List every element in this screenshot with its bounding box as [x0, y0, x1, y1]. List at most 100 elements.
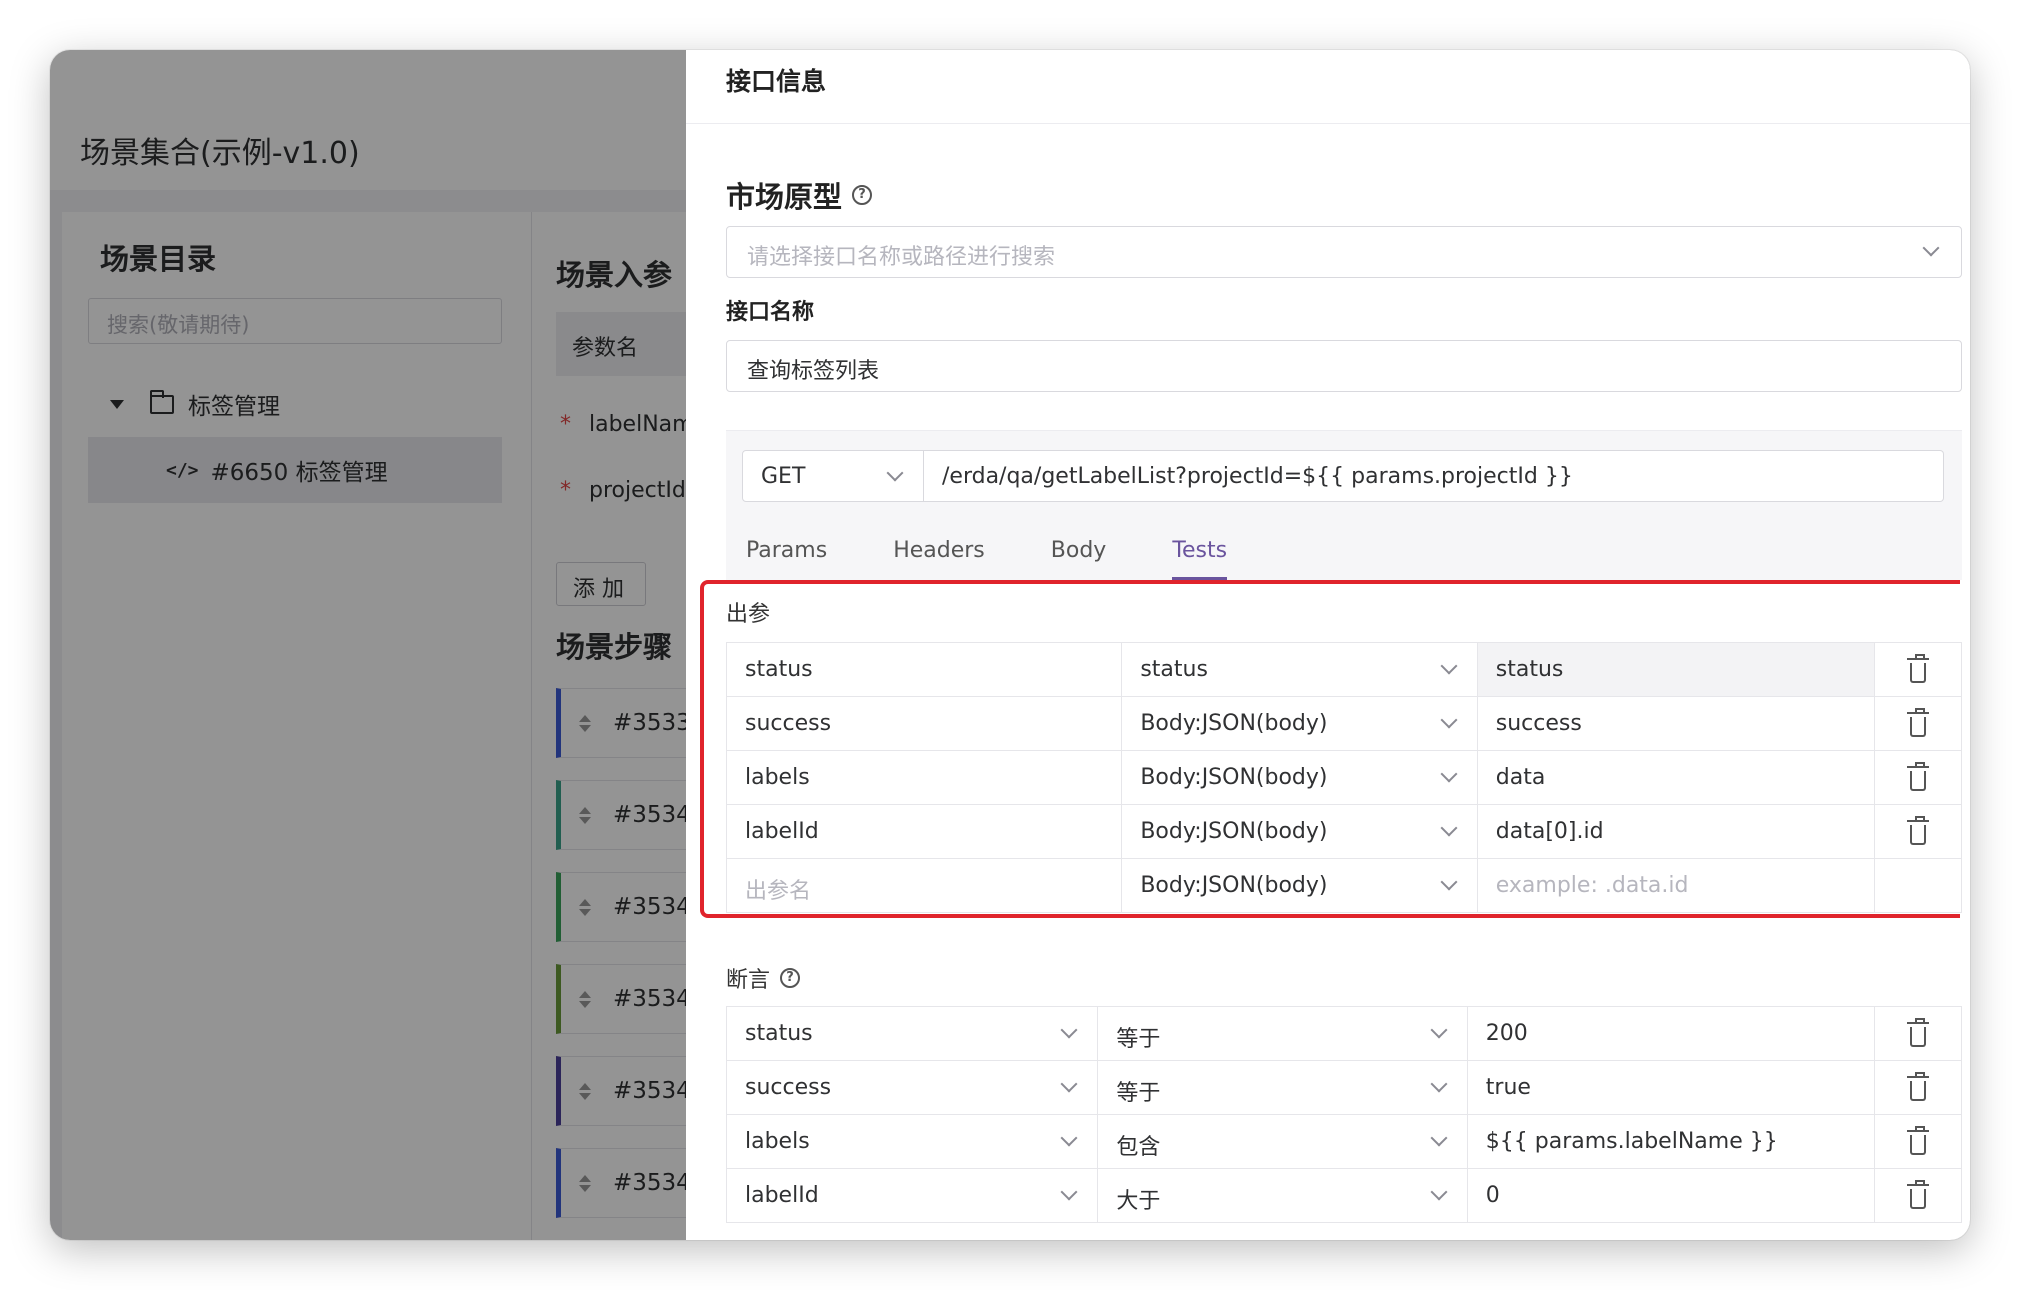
assert-field-value: labelId — [745, 1183, 819, 1208]
chevron-down-icon — [1060, 1075, 1078, 1093]
url-input[interactable]: /erda/qa/getLabelList?projectId=${{ para… — [924, 450, 1944, 502]
asserts-label: 断言 ? — [726, 962, 801, 994]
new-output-source-select[interactable]: Body:JSON(body) — [1122, 859, 1478, 912]
delete-row-button[interactable] — [1875, 1169, 1961, 1222]
delete-row-button[interactable] — [1875, 1007, 1961, 1060]
delete-row-button[interactable] — [1875, 805, 1961, 858]
trash-icon[interactable] — [1907, 653, 1930, 683]
output-name-input[interactable]: labelId — [727, 805, 1123, 858]
api-info-drawer: 接口信息 市场原型 ? 请选择接口名称或路径进行搜索 接口名称 查询标签列表 G… — [686, 50, 1970, 1240]
trash-icon[interactable] — [1907, 1125, 1930, 1155]
assert-op-value: 等于 — [1116, 1027, 1161, 1052]
new-output-name-input[interactable]: 出参名 — [727, 859, 1123, 912]
output-source-value: Body:JSON(body) — [1140, 819, 1328, 844]
chevron-down-icon — [1060, 1021, 1078, 1039]
trash-icon[interactable] — [1907, 815, 1930, 845]
trash-icon[interactable] — [1907, 1017, 1930, 1047]
request-tabs: Params Headers Body Tests — [726, 524, 1962, 580]
table-row: labels Body:JSON(body) data — [727, 751, 1961, 805]
trash-icon[interactable] — [1907, 761, 1930, 791]
delete-row-button[interactable] — [1875, 751, 1961, 804]
api-name-input[interactable]: 查询标签列表 — [726, 340, 1962, 392]
delete-row-button[interactable] — [1875, 697, 1961, 750]
output-source-select[interactable]: Body:JSON(body) — [1122, 697, 1478, 750]
chevron-down-icon — [1430, 1183, 1448, 1201]
delete-row-button[interactable] — [1875, 1061, 1961, 1114]
table-row: success 等于 true — [727, 1061, 1961, 1115]
output-source-value: status — [1140, 657, 1208, 682]
chevron-down-icon — [1440, 873, 1458, 891]
chevron-down-icon — [1060, 1129, 1078, 1147]
assert-op-value: 等于 — [1116, 1081, 1161, 1106]
tab-headers[interactable]: Headers — [893, 524, 985, 580]
assert-op-select[interactable]: 等于 — [1098, 1007, 1468, 1060]
drawer-title: 接口信息 — [726, 67, 827, 96]
chevron-down-icon — [1440, 657, 1458, 675]
tab-body[interactable]: Body — [1051, 524, 1107, 580]
delete-row-button[interactable] — [1875, 1115, 1961, 1168]
method-select[interactable]: GET — [742, 450, 924, 502]
asserts-label-text: 断言 — [726, 968, 771, 993]
output-source-value: Body:JSON(body) — [1140, 873, 1328, 898]
trash-icon[interactable] — [1907, 1179, 1930, 1209]
table-row-new: 出参名 Body:JSON(body) example: .data.id — [727, 859, 1961, 913]
assert-field-select[interactable]: labelId — [727, 1169, 1099, 1222]
chevron-down-icon — [1430, 1021, 1448, 1039]
help-icon[interactable]: ? — [780, 968, 801, 988]
assert-field-select[interactable]: success — [727, 1061, 1099, 1114]
assert-value-input[interactable]: 0 — [1468, 1169, 1876, 1222]
table-row: status 等于 200 — [727, 1007, 1961, 1061]
delete-row-button[interactable] — [1875, 643, 1961, 696]
table-row: status status status — [727, 643, 1961, 697]
output-name-input[interactable]: status — [727, 643, 1123, 696]
assert-field-select[interactable]: status — [727, 1007, 1099, 1060]
trash-icon[interactable] — [1907, 707, 1930, 737]
chevron-down-icon — [1060, 1183, 1078, 1201]
tab-tests[interactable]: Tests — [1172, 524, 1227, 580]
output-source-value: Body:JSON(body) — [1140, 711, 1328, 736]
output-source-select[interactable]: Body:JSON(body) — [1122, 751, 1478, 804]
output-value-input[interactable]: data — [1478, 751, 1876, 804]
api-name-label: 接口名称 — [726, 300, 815, 325]
assert-value-input[interactable]: true — [1468, 1061, 1876, 1114]
output-name-input[interactable]: labels — [727, 751, 1123, 804]
assert-field-select[interactable]: labels — [727, 1115, 1099, 1168]
chevron-down-icon — [1430, 1075, 1448, 1093]
trash-icon[interactable] — [1907, 1071, 1930, 1101]
assert-value-input[interactable]: 200 — [1468, 1007, 1876, 1060]
output-source-value: Body:JSON(body) — [1140, 765, 1328, 790]
app-window: 场景集合(示例-v1.0) 场景目录 搜索(敬请期待) 标签管理 </> #66… — [50, 50, 1970, 1240]
output-value-input[interactable]: data[0].id — [1478, 805, 1876, 858]
assert-field-value: labels — [745, 1129, 810, 1154]
assert-op-select[interactable]: 大于 — [1098, 1169, 1468, 1222]
chevron-down-icon — [1922, 239, 1940, 257]
chevron-down-icon — [886, 464, 904, 482]
asserts-table: status 等于 200 success 等于 true labels 包含 … — [726, 1006, 1962, 1223]
assert-value-input[interactable]: ${{ params.labelName }} — [1468, 1115, 1876, 1168]
assert-field-value: success — [745, 1075, 832, 1100]
section-title: 市场原型 ? — [726, 174, 873, 216]
output-source-select[interactable]: Body:JSON(body) — [1122, 805, 1478, 858]
help-icon[interactable]: ? — [852, 185, 873, 205]
outputs-label: 出参 — [726, 602, 771, 627]
chevron-down-icon — [1440, 765, 1458, 783]
output-source-select[interactable]: status — [1122, 643, 1478, 696]
tab-params[interactable]: Params — [746, 524, 827, 580]
api-search-select[interactable]: 请选择接口名称或路径进行搜索 — [726, 226, 1962, 278]
output-name-input[interactable]: success — [727, 697, 1123, 750]
output-value-input[interactable]: status — [1477, 643, 1876, 696]
new-output-value-input[interactable]: example: .data.id — [1478, 859, 1876, 912]
chevron-down-icon — [1430, 1129, 1448, 1147]
assert-op-value: 包含 — [1116, 1135, 1161, 1160]
empty-action-cell — [1875, 859, 1961, 912]
table-row: labelId Body:JSON(body) data[0].id — [727, 805, 1961, 859]
assert-op-select[interactable]: 等于 — [1098, 1061, 1468, 1114]
section-title-text: 市场原型 — [726, 180, 843, 214]
assert-op-value: 大于 — [1116, 1189, 1161, 1214]
assert-field-value: status — [745, 1021, 813, 1046]
assert-op-select[interactable]: 包含 — [1098, 1115, 1468, 1168]
table-row: labelId 大于 0 — [727, 1169, 1961, 1223]
method-value: GET — [761, 464, 806, 489]
chevron-down-icon — [1440, 819, 1458, 837]
output-value-input[interactable]: success — [1478, 697, 1876, 750]
